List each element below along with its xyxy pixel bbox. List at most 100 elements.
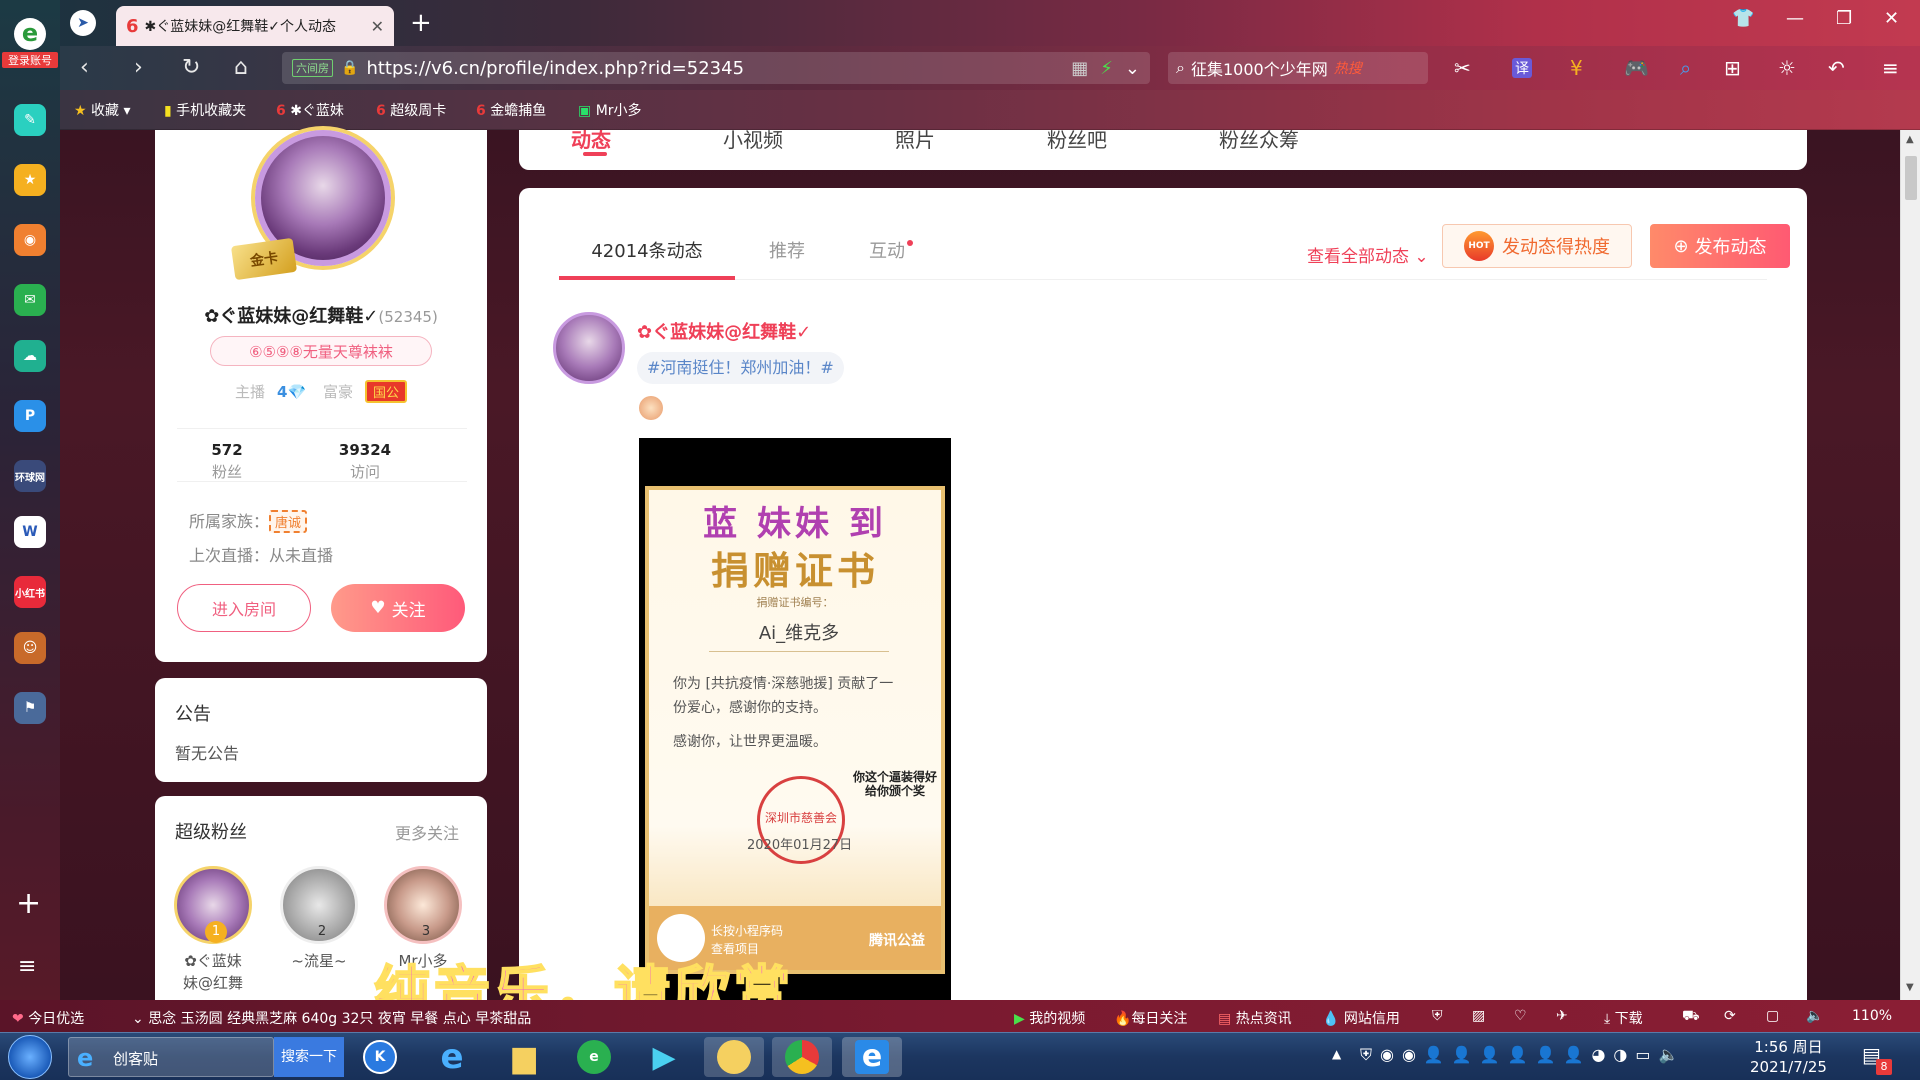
browser-tab-active[interactable]: 6 ✱ぐ蓝妹妹@红舞鞋✓个人动态 ✕ [116, 6, 394, 46]
search-text[interactable]: 征集1000个少年网 [1191, 56, 1328, 80]
tab-interaction[interactable]: 互动 [869, 224, 913, 280]
super-fan-2[interactable]: 2 ~流星~ [279, 866, 359, 972]
tab-all-dynamics[interactable]: 42014条动态 [559, 224, 735, 280]
news-icon[interactable]: 环球网 [14, 460, 46, 492]
scroll-up-icon[interactable]: ▲ [1906, 134, 1914, 145]
browser-logo-icon[interactable]: e [14, 18, 46, 50]
p-icon[interactable]: P [14, 400, 46, 432]
add-icon[interactable]: + [16, 886, 41, 921]
health-icon[interactable]: ♡ [1514, 1008, 1527, 1024]
home-icon[interactable]: ⌂ [234, 54, 248, 82]
site-credit[interactable]: 💧 网站信用 [1322, 1008, 1400, 1028]
ie-active-icon[interactable]: e [842, 1037, 902, 1077]
bookmark-mobile[interactable]: ▮ 手机收藏夹 [164, 100, 246, 120]
daily-follow[interactable]: 🔥每日关注 [1114, 1008, 1187, 1028]
sync-icon[interactable]: ⟳ [1724, 1008, 1736, 1024]
bookmark-mr-xiaoduo[interactable]: ▣ Mr小多 [578, 100, 642, 120]
fans-stat[interactable]: 572 粉丝 [177, 441, 277, 482]
login-account-badge[interactable]: 登录账号 [2, 52, 58, 68]
scrollbar-thumb[interactable] [1905, 156, 1917, 200]
qr-icon[interactable]: ▦ [1071, 58, 1088, 79]
follow-button[interactable]: ♥ 关注 [331, 584, 465, 632]
browser-360-icon[interactable]: e [564, 1037, 624, 1077]
family-badge[interactable]: 唐诚 [269, 510, 308, 533]
hot-news[interactable]: ▤ 热点资讯 [1218, 1008, 1292, 1028]
apps-icon[interactable]: ⊞ [1724, 56, 1741, 80]
bookmark-favorites[interactable]: ★ 收藏 ▾ [74, 100, 131, 120]
today-picks[interactable]: ❤ 今日优选 [12, 1008, 84, 1028]
tab-recommend[interactable]: 推荐 [769, 224, 805, 280]
post-image[interactable]: 蓝 妹妹 到 捐赠证书 捐赠证书编号： Ai_维克多 你为 [共抗疫情·深慈驰援… [639, 438, 951, 1000]
game-icon[interactable]: ☺ [14, 632, 46, 664]
post-author-name[interactable]: ✿ぐ蓝妹妹@红舞鞋✓ [637, 318, 811, 344]
undo-icon[interactable]: ↶ [1828, 56, 1845, 80]
scroll-down-icon[interactable]: ▼ [1906, 982, 1914, 993]
window-icon[interactable]: ▢ [1766, 1008, 1779, 1024]
enter-room-button[interactable]: 进入房间 [177, 584, 311, 632]
nav-photos[interactable]: 照片 [895, 130, 935, 153]
nav-fan-bar[interactable]: 粉丝吧 [1047, 130, 1107, 153]
post-topic-tag[interactable]: #河南挺住！郑州加油！# [637, 352, 844, 384]
avatar-app-icon[interactable] [704, 1037, 764, 1077]
menu-icon[interactable]: ≡ [18, 954, 36, 979]
chrome-icon[interactable] [772, 1037, 832, 1077]
download[interactable]: ⤓ 下载 [1604, 1008, 1643, 1028]
ticker-text[interactable]: ⌄ 思念 玉汤圆 经典黑芝麻 640g 32只 夜宵 早餐 点心 早茶甜品 [132, 1008, 531, 1028]
search-taskbar-button[interactable]: 搜索一下 [274, 1037, 344, 1077]
more-follow-link[interactable]: 更多关注 [395, 820, 459, 844]
bookmark-fish-game[interactable]: 6 金蟾捕鱼 [476, 100, 546, 120]
nav-short-video[interactable]: 小视频 [723, 130, 783, 153]
start-orb-icon[interactable] [8, 1035, 52, 1079]
tray-icons[interactable]: ⛨◉◉👤👤👤👤👤👤◕◑▭🔈 [1360, 1045, 1686, 1065]
scissors-icon[interactable]: ✂ [1454, 56, 1471, 80]
url-text[interactable]: https://v6.cn/profile/index.php?rid=5234… [366, 58, 1071, 79]
publish-dynamic-button[interactable]: ⊕ 发布动态 [1650, 224, 1790, 268]
post-author-avatar[interactable] [553, 312, 625, 384]
search-box[interactable]: ⌕ 征集1000个少年网 热搜 [1168, 52, 1428, 84]
send-icon[interactable]: ➤ [70, 10, 96, 36]
cloud-icon[interactable]: ☁ [14, 340, 46, 372]
bookmark-profile[interactable]: 6 ✱ぐ蓝妹 [276, 100, 344, 120]
close-window-icon[interactable]: ✕ [1884, 8, 1899, 29]
gamepad-icon[interactable]: 🎮 [1624, 56, 1649, 80]
my-video[interactable]: ▶ 我的视频 [1014, 1008, 1085, 1028]
new-tab-button[interactable]: + [410, 8, 432, 38]
folder-icon[interactable]: ▆ [494, 1037, 554, 1077]
nav-crowdfunding[interactable]: 粉丝众筹 [1219, 130, 1299, 153]
hamburger-icon[interactable]: ≡ [1882, 56, 1899, 80]
rocket-icon[interactable]: ✈ [1556, 1008, 1568, 1024]
mail-icon[interactable]: ✉ [14, 284, 46, 316]
brightness-icon[interactable]: ☼ [1778, 56, 1796, 80]
refresh-icon[interactable]: ↻ [182, 54, 200, 82]
xiaohongshu-icon[interactable]: 小红书 [14, 576, 46, 608]
word-icon[interactable]: W [14, 516, 46, 548]
ie-icon[interactable]: e [422, 1037, 482, 1077]
close-tab-icon[interactable]: ✕ [371, 17, 384, 36]
page-scrollbar[interactable]: ▲ ▼ [1900, 130, 1920, 1000]
weibo-icon[interactable]: ◉ [14, 224, 46, 256]
find-icon[interactable]: ⌕ [1680, 56, 1691, 80]
car-icon[interactable]: ⛟ [1682, 1008, 1700, 1026]
video-player-icon[interactable]: ▶ [634, 1037, 694, 1077]
post-for-heat-button[interactable]: HOT 发动态得热度 [1442, 224, 1632, 268]
super-fan-1[interactable]: 1 ✿ぐ蓝妹 妹@红舞 [173, 866, 253, 994]
restore-icon[interactable]: ❐ [1836, 8, 1852, 29]
speaker-icon[interactable]: 🔈 [1806, 1008, 1823, 1024]
minimize-icon[interactable]: — [1786, 8, 1804, 29]
k-app-icon[interactable]: K [350, 1037, 410, 1077]
bookmark-weekly-card[interactable]: 6 超级周卡 [376, 100, 446, 120]
shield-icon[interactable]: ⛨ [1432, 1008, 1443, 1024]
lightning-icon[interactable]: ⚡ [1100, 58, 1113, 79]
skin-icon[interactable]: 👕 [1732, 8, 1754, 29]
zoom-level[interactable]: 110% [1852, 1008, 1892, 1024]
translate-icon[interactable]: 译 [1512, 58, 1532, 78]
tray-expand-icon[interactable]: ▲ [1332, 1047, 1341, 1061]
chevron-down-icon[interactable]: ⌄ [1125, 58, 1140, 79]
nav-dynamics[interactable]: 动态 [571, 130, 611, 153]
star-icon[interactable]: ★ [14, 164, 46, 196]
view-all-dynamics-dropdown[interactable]: 查看全部动态 ⌄ [1307, 242, 1429, 267]
coin-icon[interactable]: ¥ [1570, 56, 1583, 80]
search-hot-label[interactable]: 热搜 [1334, 58, 1362, 78]
url-bar[interactable]: 六间房 🔒 https://v6.cn/profile/index.php?ri… [282, 52, 1150, 84]
ie-taskbar-button[interactable]: e 创客贴 [68, 1037, 274, 1077]
